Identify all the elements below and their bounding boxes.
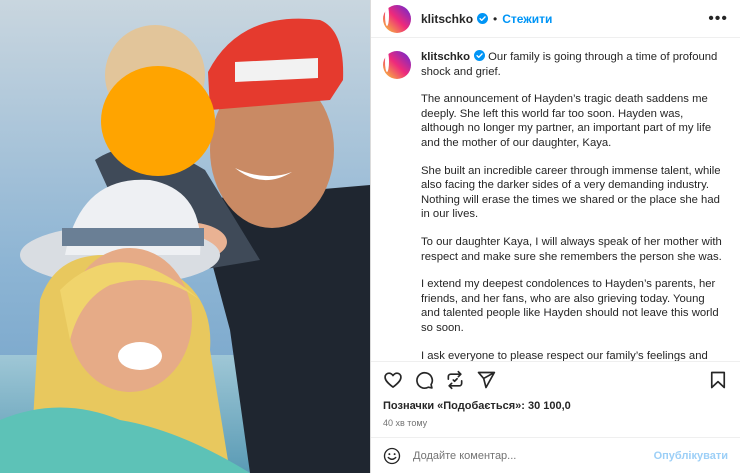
photo-image [0,0,370,473]
post-photo[interactable] [0,0,370,473]
caption-paragraph: To our daughter Kaya, I will always spea… [421,235,722,263]
bookmark-icon[interactable] [708,370,728,390]
caption-paragraph: She built an incredible career through i… [421,164,721,221]
heart-icon[interactable] [383,370,403,390]
caption-paragraph: The announcement of Hayden’s tragic deat… [421,93,712,149]
more-options-icon[interactable]: ••• [708,10,728,28]
follow-button[interactable]: Стежити [502,12,552,26]
caption-body: klitschko Our family is going through a … [421,50,726,361]
post-dialog: klitschko • Стежити ••• klitschko Our fa… [0,0,740,473]
caption-username[interactable]: klitschko [421,51,470,63]
caption-paragraph: I extend my deepest condolences to Hayde… [421,278,719,334]
caption-avatar[interactable] [383,51,411,79]
caption-opening-paragraph: klitschko Our family is going through a … [421,50,726,79]
caption: klitschko Our family is going through a … [371,38,740,361]
emoji-icon[interactable] [383,447,401,465]
face-blur [101,66,215,176]
header-separator: • [493,11,498,26]
likes-count[interactable]: Позначки «Подобається»: 30 100,0 [371,397,740,415]
verified-badge-icon [477,13,489,24]
comment-bar: Опублікувати [371,437,740,473]
action-bar [371,361,740,397]
post-sidebar: klitschko • Стежити ••• klitschko Our fa… [370,0,740,473]
post-timestamp[interactable]: 40 хв тому [371,415,740,437]
post-header: klitschko • Стежити ••• [371,0,740,38]
author-username[interactable]: klitschko [421,12,473,26]
comment-icon[interactable] [414,370,434,390]
repost-icon[interactable] [445,370,465,390]
share-icon[interactable] [476,370,496,390]
verified-badge-icon [473,50,485,61]
comment-input[interactable] [413,449,654,462]
post-comment-button[interactable]: Опублікувати [654,450,728,462]
author-avatar[interactable] [383,4,411,33]
caption-paragraph: I ask everyone to please respect our fam… [421,349,708,362]
